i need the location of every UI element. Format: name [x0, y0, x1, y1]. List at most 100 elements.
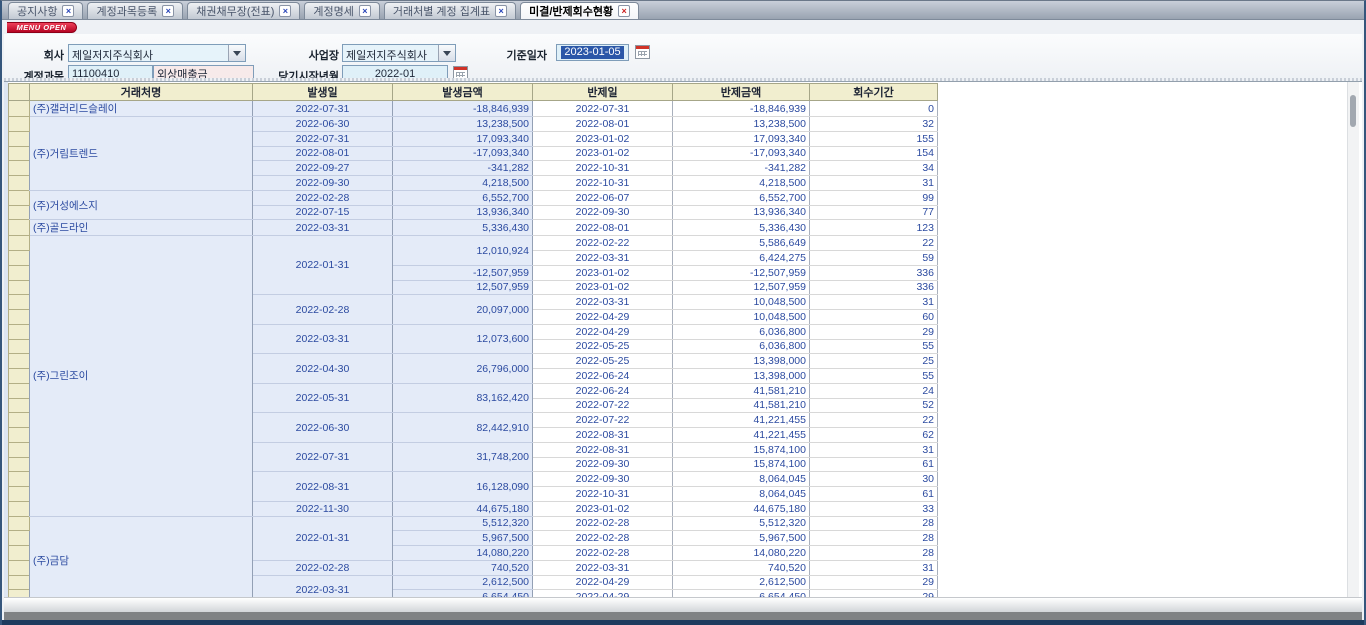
occur-amount-cell[interactable]: 44,675,180	[393, 501, 533, 516]
collect-days-cell[interactable]: 34	[810, 161, 938, 176]
settle-amount-cell[interactable]: 5,967,500	[673, 531, 810, 546]
customer-cell[interactable]: (주)거성에스지	[30, 190, 253, 220]
company-select[interactable]: 제일저지주식회사	[68, 44, 246, 62]
settle-date-cell[interactable]: 2022-05-25	[533, 354, 673, 369]
settle-date-cell[interactable]: 2022-03-31	[533, 251, 673, 266]
row-selector[interactable]	[9, 205, 30, 220]
row-selector[interactable]	[9, 146, 30, 161]
settle-date-cell[interactable]: 2022-06-07	[533, 190, 673, 205]
occur-amount-cell[interactable]: -17,093,340	[393, 146, 533, 161]
tab[interactable]: 거래처별 계정 집계표×	[384, 2, 516, 19]
settle-date-cell[interactable]: 2023-01-02	[533, 131, 673, 146]
collect-days-cell[interactable]: 24	[810, 383, 938, 398]
occur-amount-cell[interactable]: 2,612,500	[393, 575, 533, 590]
customer-cell[interactable]: (주)거림트렌드	[30, 117, 253, 191]
collect-days-cell[interactable]: 155	[810, 131, 938, 146]
collect-days-cell[interactable]: 62	[810, 428, 938, 443]
settle-date-cell[interactable]: 2023-01-02	[533, 280, 673, 295]
collect-days-cell[interactable]: 61	[810, 487, 938, 502]
collect-days-cell[interactable]: 31	[810, 442, 938, 457]
settle-amount-cell[interactable]: 6,036,800	[673, 339, 810, 354]
row-selector[interactable]	[9, 101, 30, 117]
collect-days-cell[interactable]: 0	[810, 101, 938, 117]
collect-days-cell[interactable]: 33	[810, 501, 938, 516]
settle-amount-cell[interactable]: -18,846,939	[673, 101, 810, 117]
tab[interactable]: 계정과목등록×	[87, 2, 183, 19]
settle-amount-cell[interactable]: -341,282	[673, 161, 810, 176]
column-header[interactable]: 반제금액	[673, 84, 810, 101]
occur-amount-cell[interactable]: 31,748,200	[393, 442, 533, 472]
column-header[interactable]: 발생금액	[393, 84, 533, 101]
base-date-input[interactable]: 2023-01-05	[556, 44, 629, 61]
row-selector[interactable]	[9, 560, 30, 575]
occur-amount-cell[interactable]: 14,080,220	[393, 546, 533, 561]
v-scroll-thumb[interactable]	[1350, 95, 1356, 127]
occur-amount-cell[interactable]: 26,796,000	[393, 354, 533, 384]
row-selector[interactable]	[9, 236, 30, 251]
row-selector[interactable]	[9, 413, 30, 428]
collect-days-cell[interactable]: 59	[810, 251, 938, 266]
settle-date-cell[interactable]: 2022-02-28	[533, 531, 673, 546]
settle-date-cell[interactable]: 2022-07-31	[533, 101, 673, 117]
settle-amount-cell[interactable]: 13,936,340	[673, 205, 810, 220]
settle-amount-cell[interactable]: 10,048,500	[673, 295, 810, 310]
collect-days-cell[interactable]: 30	[810, 472, 938, 487]
occur-amount-cell[interactable]: 12,073,600	[393, 324, 533, 354]
settle-amount-cell[interactable]: 15,874,100	[673, 457, 810, 472]
collect-days-cell[interactable]: 61	[810, 457, 938, 472]
row-selector[interactable]	[9, 161, 30, 176]
customer-cell[interactable]: (주)갤러리드슬레이	[30, 101, 253, 117]
settle-date-cell[interactable]: 2023-01-02	[533, 265, 673, 280]
occur-amount-cell[interactable]: 13,238,500	[393, 117, 533, 132]
tab[interactable]: 채권채무장(전표)×	[187, 2, 300, 19]
occur-amount-cell[interactable]: -12,507,959	[393, 265, 533, 280]
collect-days-cell[interactable]: 55	[810, 369, 938, 384]
collect-days-cell[interactable]: 60	[810, 310, 938, 325]
settle-date-cell[interactable]: 2022-08-31	[533, 442, 673, 457]
occur-date-cell[interactable]: 2022-04-30	[253, 354, 393, 384]
occur-date-cell[interactable]: 2022-01-31	[253, 236, 393, 295]
row-selector[interactable]	[9, 354, 30, 369]
row-selector[interactable]	[9, 369, 30, 384]
settle-amount-cell[interactable]: 740,520	[673, 560, 810, 575]
row-selector[interactable]	[9, 339, 30, 354]
row-selector[interactable]	[9, 310, 30, 325]
collect-days-cell[interactable]: 154	[810, 146, 938, 161]
settle-date-cell[interactable]: 2022-10-31	[533, 161, 673, 176]
occur-date-cell[interactable]: 2022-09-30	[253, 176, 393, 191]
collect-days-cell[interactable]: 32	[810, 117, 938, 132]
row-selector[interactable]	[9, 442, 30, 457]
occur-amount-cell[interactable]: 83,162,420	[393, 383, 533, 413]
collect-days-cell[interactable]: 29	[810, 324, 938, 339]
collect-days-cell[interactable]: 31	[810, 295, 938, 310]
settle-date-cell[interactable]: 2022-08-01	[533, 117, 673, 132]
row-selector[interactable]	[9, 176, 30, 191]
collect-days-cell[interactable]: 28	[810, 546, 938, 561]
occur-amount-cell[interactable]: 16,128,090	[393, 472, 533, 502]
collect-days-cell[interactable]: 336	[810, 265, 938, 280]
settle-amount-cell[interactable]: 2,612,500	[673, 575, 810, 590]
row-selector[interactable]	[9, 117, 30, 132]
settle-date-cell[interactable]: 2022-02-28	[533, 546, 673, 561]
settle-amount-cell[interactable]: 5,336,430	[673, 220, 810, 236]
settle-date-cell[interactable]: 2022-04-29	[533, 324, 673, 339]
settle-amount-cell[interactable]: 4,218,500	[673, 176, 810, 191]
occur-amount-cell[interactable]: 82,442,910	[393, 413, 533, 443]
settle-amount-cell[interactable]: 12,507,959	[673, 280, 810, 295]
close-icon[interactable]: ×	[359, 5, 371, 17]
collect-days-cell[interactable]: 99	[810, 190, 938, 205]
occur-amount-cell[interactable]: 12,507,959	[393, 280, 533, 295]
settle-amount-cell[interactable]: 13,398,000	[673, 354, 810, 369]
occur-date-cell[interactable]: 2022-09-27	[253, 161, 393, 176]
row-selector[interactable]	[9, 383, 30, 398]
settle-amount-cell[interactable]: 6,552,700	[673, 190, 810, 205]
occur-date-cell[interactable]: 2022-07-15	[253, 205, 393, 220]
settle-date-cell[interactable]: 2022-08-31	[533, 428, 673, 443]
occur-amount-cell[interactable]: 12,010,924	[393, 236, 533, 266]
calendar-icon[interactable]	[635, 45, 650, 59]
row-selector[interactable]	[9, 428, 30, 443]
close-icon[interactable]: ×	[62, 5, 74, 17]
settle-amount-cell[interactable]: 13,238,500	[673, 117, 810, 132]
column-header[interactable]: 거래처명	[30, 84, 253, 101]
occur-date-cell[interactable]: 2022-03-31	[253, 575, 393, 598]
